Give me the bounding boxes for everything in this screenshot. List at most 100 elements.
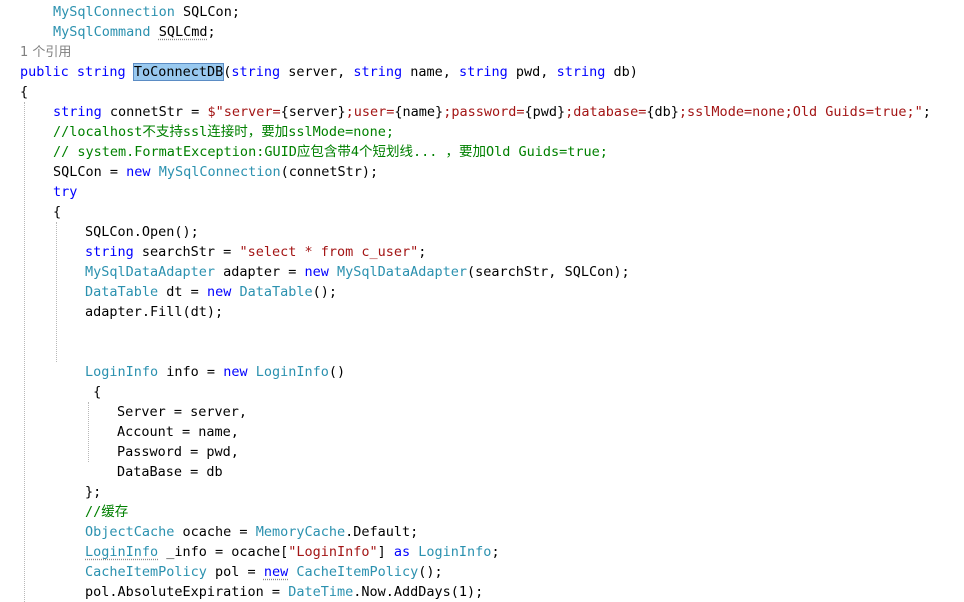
code-token: ; (922, 104, 931, 120)
code-line: MySqlConnection SQLCon; (53, 2, 240, 22)
code-token: new (263, 564, 289, 580)
code-token: server, (280, 64, 354, 80)
code-token: new (206, 284, 232, 300)
code-token: string (459, 64, 508, 80)
code-editor[interactable]: MySqlConnection SQLCon; MySqlCommand SQLC… (0, 0, 964, 602)
code-token: ; (207, 24, 216, 40)
code-token: ;database= (565, 104, 647, 120)
code-token: //缓存 (85, 504, 129, 520)
code-token: DataBase = db (117, 464, 223, 480)
code-token: ] (377, 544, 394, 560)
code-line: { (53, 202, 61, 222)
code-token: string (556, 64, 606, 80)
code-token: Password = pwd, (117, 444, 239, 460)
code-token: pol = (206, 564, 264, 580)
code-line: try (53, 182, 77, 202)
code-token: {name} (394, 104, 444, 120)
code-token: //localhost不支持ssl连接时，要加sslMode=none; (53, 124, 394, 140)
codelens-reference-count[interactable]: 1 个引用 (20, 42, 71, 62)
code-token: dt = (158, 284, 207, 300)
code-token: CacheItemPolicy (85, 564, 207, 580)
code-token: name, (402, 64, 460, 80)
code-token: MemoryCache (255, 524, 346, 540)
code-token: string (76, 64, 126, 80)
code-token: DateTime (288, 584, 354, 600)
code-token: LoginInfo (85, 364, 159, 380)
indent-guide (88, 402, 89, 462)
code-line: CacheItemPolicy pol = new CacheItemPolic… (85, 562, 443, 582)
code-token: {db} (646, 104, 679, 120)
code-token: DataTable (239, 284, 313, 300)
code-token: Account = name, (117, 424, 239, 440)
code-line: //localhost不支持ssl连接时，要加sslMode=none; (53, 122, 394, 142)
code-line: // system.FormatException:GUID应包含带4个短划线.… (53, 142, 608, 162)
code-token: ;user= (345, 104, 395, 120)
code-token: ; (491, 544, 500, 560)
code-line: LoginInfo _info = ocache["LoginInfo"] as… (85, 542, 500, 562)
code-token: string (231, 64, 281, 80)
code-line: LoginInfo info = new LoginInfo() (85, 362, 345, 382)
code-token: adapter = (215, 264, 305, 280)
code-token: () (328, 364, 346, 380)
code-token: info = (158, 364, 224, 380)
code-token: "LoginInfo" (288, 544, 378, 560)
code-token: adapter.Fill(dt); (85, 304, 224, 320)
code-token: db) (605, 64, 638, 80)
indent-guide (56, 222, 57, 362)
code-token: SQLCon; (174, 4, 240, 20)
code-token: ObjectCache (85, 524, 175, 540)
code-token: SQLCon.Open(); (85, 224, 199, 240)
code-token: searchStr = (133, 244, 240, 260)
code-token: string (353, 64, 403, 80)
code-token: { (85, 384, 102, 400)
code-token: pol.AbsoluteExpiration = (85, 584, 289, 600)
code-token: string (53, 104, 102, 120)
code-token: new (304, 264, 329, 280)
code-token: Server = server, (117, 404, 248, 420)
code-line: string searchStr = "select * from c_user… (85, 242, 426, 262)
code-token: 1 个引用 (20, 45, 72, 60)
code-token: ocache = (174, 524, 256, 540)
code-line: //缓存 (85, 502, 128, 522)
code-line: pol.AbsoluteExpiration = DateTime.Now.Ad… (85, 582, 483, 602)
code-line: adapter.Fill(dt); (85, 302, 223, 322)
selected-identifier: ToConnectDB (132, 63, 225, 81)
code-line: DataTable dt = new DataTable(); (85, 282, 337, 302)
code-token: { (53, 204, 62, 220)
code-token: pwd, (507, 64, 557, 80)
code-token: LoginInfo (85, 544, 159, 560)
code-token: // system.FormatException:GUID应包含带4个短划线.… (53, 144, 608, 160)
code-token: SQLCmd (158, 24, 208, 40)
code-token: SQLCon = (53, 164, 127, 180)
code-token: (connetStr); (280, 164, 379, 180)
code-token: LoginInfo (418, 544, 492, 560)
code-token: ;sslMode=none;Old Guids=true;" (678, 104, 923, 120)
code-token: new (126, 164, 151, 180)
code-token: _info = ocache[ (158, 544, 289, 560)
code-token: ; (418, 244, 427, 260)
code-line: }; (85, 482, 101, 502)
code-token: as (393, 544, 411, 560)
code-line: SQLCon = new MySqlConnection(connetStr); (53, 162, 378, 182)
code-token: MySqlCommand (53, 24, 151, 40)
code-line: ObjectCache ocache = MemoryCache.Default… (85, 522, 418, 542)
code-token: .Now.AddDays(1); (353, 584, 484, 600)
code-token: {server} (280, 104, 346, 120)
code-token: }; (85, 484, 102, 500)
code-line: MySqlDataAdapter adapter = new MySqlData… (85, 262, 630, 282)
code-token: (); (312, 284, 338, 300)
code-token: "select * from c_user" (239, 244, 419, 260)
code-token: new (223, 364, 248, 380)
code-line: public string ToConnectDB(string server,… (20, 62, 638, 82)
indent-guide (24, 102, 25, 602)
code-token: MySqlConnection (53, 4, 175, 20)
code-line: SQLCon.Open(); (85, 222, 199, 242)
code-token: LoginInfo (255, 364, 329, 380)
code-line: string connetStr = $"server={server};use… (53, 102, 931, 122)
